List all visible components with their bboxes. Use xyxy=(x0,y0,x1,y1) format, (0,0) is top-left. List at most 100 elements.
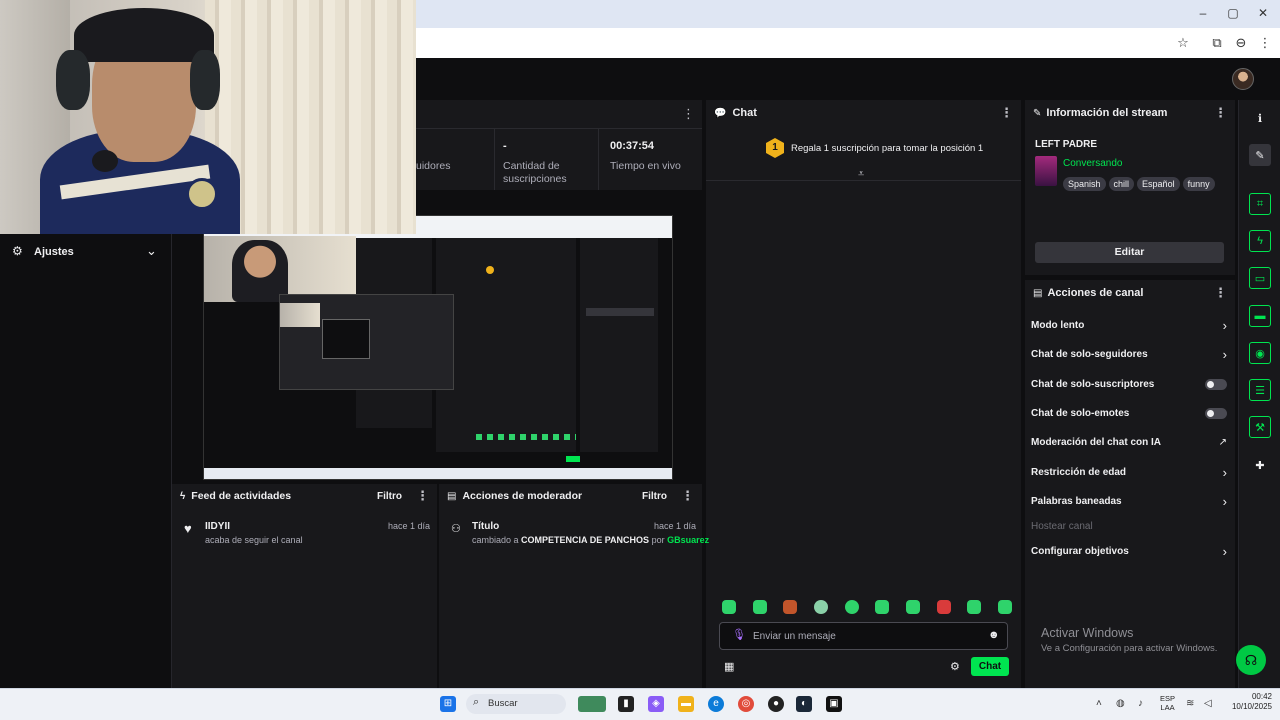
emote-icon[interactable] xyxy=(813,600,828,614)
emote-icon[interactable] xyxy=(875,600,890,614)
edit-button[interactable]: Editar xyxy=(1035,242,1224,263)
extensions-icon[interactable]: ⧉ xyxy=(1208,34,1226,52)
add-icon[interactable]: ✚ xyxy=(1249,454,1271,476)
bookmark-star-icon[interactable]: ☆ xyxy=(1174,34,1192,52)
mod-action-title: Título xyxy=(472,521,500,532)
emote-icon[interactable] xyxy=(997,600,1012,614)
action-age-restriction[interactable]: Restricción de edad › xyxy=(1031,462,1227,482)
tray-app-icon[interactable]: ◍ xyxy=(1116,698,1125,709)
tray-mic-icon[interactable]: ♪ xyxy=(1138,698,1143,709)
clock[interactable]: 00:42 10/10/2025 xyxy=(1222,692,1272,712)
edge-icon[interactable]: e xyxy=(708,696,724,712)
subscribers-only-toggle[interactable] xyxy=(1205,378,1227,390)
emote-icon[interactable] xyxy=(905,600,920,614)
info-icon[interactable]: ℹ xyxy=(1249,107,1271,129)
chrome-icon[interactable]: ◎ xyxy=(738,696,754,712)
chat-input[interactable]: 🎙 Enviar un mensaje ☻ xyxy=(719,622,1008,650)
stream-preview[interactable] xyxy=(203,215,673,480)
chat-menu-icon[interactable]: ⋮ xyxy=(1000,105,1013,121)
widget-icon[interactable] xyxy=(578,696,606,712)
close-window-button[interactable]: ✕ xyxy=(1252,4,1274,22)
stream-info-menu-icon[interactable]: ⋮ xyxy=(1214,105,1227,121)
browser-menu-icon[interactable]: ⋮ xyxy=(1256,34,1274,52)
windows-start-icon[interactable]: ⊞ xyxy=(440,696,456,712)
mod-action-prefix: cambiado a xyxy=(472,535,519,545)
action-slow-mode[interactable]: Modo lento › xyxy=(1031,315,1227,335)
emote-icon[interactable] xyxy=(783,600,798,614)
activity-menu-icon[interactable]: ⋮ xyxy=(416,488,429,504)
minimize-button[interactable]: – xyxy=(1192,4,1214,22)
mod-filter-button[interactable]: Filtro xyxy=(642,491,667,502)
category-thumbnail[interactable] xyxy=(1035,156,1057,186)
address-bar[interactable] xyxy=(416,28,1280,58)
settings-row[interactable]: ⚙ Ajustes ⌄ xyxy=(0,240,172,266)
mod-name[interactable]: GBsuarez xyxy=(667,535,709,545)
steam-icon[interactable]: ◐ xyxy=(796,696,812,712)
store-icon[interactable]: ▦ xyxy=(724,660,734,673)
preview-actions xyxy=(580,238,658,452)
task-view-icon[interactable]: ▮ xyxy=(618,696,634,712)
live-time-label: Tiempo en vivo xyxy=(610,160,681,172)
chat-settings-icon[interactable]: ⚙ xyxy=(950,660,960,673)
clock-time: 00:42 xyxy=(1251,692,1272,701)
tag[interactable]: chill xyxy=(1108,177,1135,191)
emoji-icon[interactable]: ☻ xyxy=(988,629,1000,641)
profile-icon[interactable]: ⊖ xyxy=(1232,34,1250,52)
avatar[interactable] xyxy=(1232,68,1254,90)
activity-filter-button[interactable]: Filtro xyxy=(377,491,402,502)
document-icon[interactable]: ▭ xyxy=(1249,267,1271,289)
chevron-right-icon: › xyxy=(1222,317,1227,333)
stats-menu-icon[interactable]: ⋮ xyxy=(682,106,695,122)
help-button[interactable]: ☊ xyxy=(1236,645,1266,675)
action-banned-words[interactable]: Palabras baneadas › xyxy=(1031,491,1227,511)
list-item[interactable]: ⚇ Título hace 1 día cambiado a COMPETENC… xyxy=(439,514,709,550)
emote-icon[interactable] xyxy=(752,600,767,614)
tray-chevron-icon[interactable]: ˄ xyxy=(1096,698,1102,709)
emote-icon[interactable] xyxy=(936,600,951,614)
lightning-icon[interactable]: ϟ xyxy=(1249,230,1271,252)
maximize-button[interactable]: ▢ xyxy=(1222,4,1244,22)
app-icon[interactable]: ● xyxy=(768,696,784,712)
action-label: Restricción de edad xyxy=(1031,466,1127,478)
emotes-only-toggle[interactable] xyxy=(1205,407,1227,419)
emote-icon[interactable] xyxy=(844,600,859,614)
actions-icon: ▤ xyxy=(1033,287,1043,299)
file-explorer-icon[interactable]: ▬ xyxy=(678,696,694,712)
chevron-right-icon: › xyxy=(1222,493,1227,509)
action-followers-only[interactable]: Chat de solo-seguidores › xyxy=(1031,344,1227,364)
chat-icon[interactable]: ▬ xyxy=(1249,305,1271,327)
clip-icon[interactable]: ⌗ xyxy=(1249,193,1271,215)
language-indicator[interactable]: ESP LAA xyxy=(1160,694,1175,712)
list-item[interactable]: ♥ IIDYII hace 1 día acaba de seguir el c… xyxy=(172,514,437,550)
emote-icon[interactable] xyxy=(967,600,982,614)
sub-leaderboard-text[interactable]: Regala 1 suscripción para tomar la posic… xyxy=(791,143,983,154)
broadcast-icon[interactable]: ◉ xyxy=(1249,342,1271,364)
mod-menu-icon[interactable]: ⋮ xyxy=(681,488,694,504)
tag[interactable]: Spanish xyxy=(1063,177,1106,191)
tag[interactable]: Español xyxy=(1137,177,1180,191)
action-label: Hostear canal xyxy=(1031,520,1093,532)
mod-action-detail: cambiado a COMPETENCIA DE PANCHOS por GB… xyxy=(472,535,709,545)
category-link[interactable]: Conversando xyxy=(1063,158,1122,169)
wrench-icon[interactable]: ⚒ xyxy=(1249,416,1271,438)
pencil-icon[interactable]: ✎ xyxy=(1249,144,1271,166)
chat-panel: 💬 Chat ⋮ 1 Regala 1 suscripción para tom… xyxy=(706,100,1021,688)
action-ai-moderation[interactable]: Moderación del chat con IA ↗ xyxy=(1031,432,1227,452)
microphone-icon[interactable]: 🎙 xyxy=(732,628,746,641)
chat-send-button[interactable]: Chat xyxy=(971,657,1009,676)
tag[interactable]: funny xyxy=(1182,177,1215,191)
action-label: Moderación del chat con IA xyxy=(1031,436,1162,448)
copilot-icon[interactable]: ◈ xyxy=(648,696,664,712)
taskbar-search[interactable]: ⌕ Buscar xyxy=(466,694,566,714)
epic-games-icon[interactable]: ▣ xyxy=(826,696,842,712)
emote-icon[interactable] xyxy=(722,600,736,614)
action-label: Chat de solo-suscriptores xyxy=(1031,378,1155,390)
layout-icon[interactable]: ☰ xyxy=(1249,379,1271,401)
action-subscribers-only: Chat de solo-suscriptores xyxy=(1031,374,1227,394)
list-icon: ▤ xyxy=(447,490,457,502)
volume-icon[interactable]: ◁ xyxy=(1204,698,1212,709)
chevron-down-icon[interactable]: ⌄ xyxy=(146,243,157,259)
wifi-icon[interactable]: ≋ xyxy=(1186,698,1194,709)
channel-actions-menu-icon[interactable]: ⋮ xyxy=(1214,285,1227,301)
action-configure-goals[interactable]: Configurar objetivos › xyxy=(1031,541,1227,561)
